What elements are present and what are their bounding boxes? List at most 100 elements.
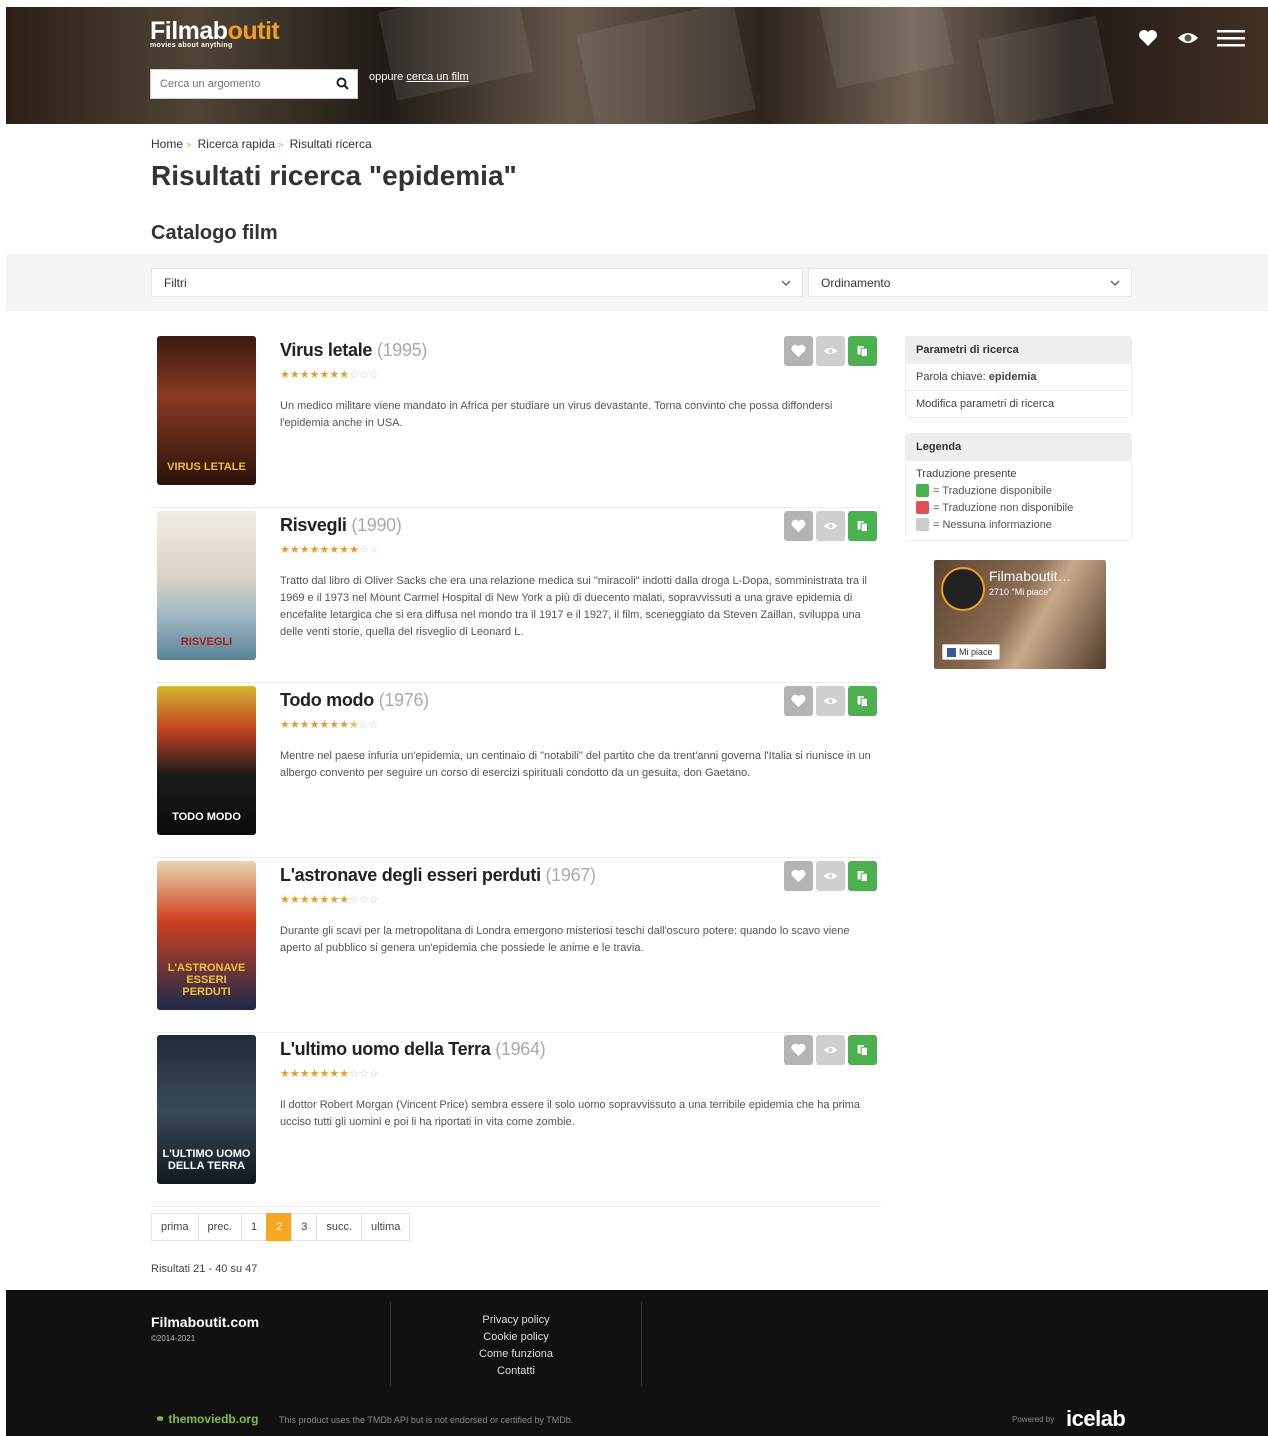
rating-star: ★ [289,544,300,556]
watched-button[interactable] [816,336,845,366]
favorite-button[interactable] [784,861,813,891]
favorite-button[interactable] [784,511,813,541]
rating-star: ☆ [368,1068,379,1080]
result-item: RISVEGLI Risvegli (1990) ★★★★★★★★☆☆ Tratto … [151,511,881,683]
page-link[interactable]: 2 [266,1213,293,1241]
movie-poster[interactable]: VIRUS LETALE [157,336,256,485]
rating-star: ☆ [368,544,379,556]
cookie-policy-link[interactable]: Cookie policy [426,1329,606,1346]
modify-search-link[interactable]: Modifica parametri di ricerca [906,390,1131,417]
heart-icon [791,1043,806,1057]
movie-description: Un medico militare viene mandato in Afri… [280,400,833,429]
translation-status-button[interactable] [848,686,877,716]
watched-button[interactable] [816,686,845,716]
rating-star: ★ [329,1068,340,1080]
eye-icon [823,872,838,880]
movie-title[interactable]: L'astronave degli esseri perduti (1967) [280,865,596,886]
privacy-policy-link[interactable]: Privacy policy [426,1312,606,1329]
rating-star: ☆ [358,719,369,731]
sort-select[interactable]: Ordinamento [808,268,1132,297]
rating-star: ★ [339,719,350,731]
page-link[interactable]: 3 [291,1213,318,1241]
icelab-logo[interactable]: icelab [1066,1406,1126,1432]
page-link[interactable]: prec. [197,1213,242,1241]
movie-year: (1995) [376,340,428,360]
favorite-button[interactable] [784,1035,813,1065]
favorite-button[interactable] [784,336,813,366]
site-header: Filmaboutit movies about anything oppure… [6,7,1268,124]
translation-status-button[interactable] [848,861,877,891]
legend-unavailable: = Traduzione non disponibile [933,501,1074,514]
result-item: TODO MODO Todo modo (1976) ★★★★★★★✭☆☆ Mentr… [151,686,881,858]
movie-poster[interactable]: RISVEGLI [157,511,256,660]
topic-search-input[interactable] [151,70,331,98]
heart-icon [791,694,806,708]
legend-title: Legenda [906,434,1131,460]
translation-status-button[interactable] [848,1035,877,1065]
movie-description: Il dottor Robert Morgan (Vincent Price) … [280,1099,861,1128]
tmdb-disclaimer: This product uses the TMDb API but is no… [279,1415,574,1425]
facebook-icon [947,648,956,658]
tmdb-logo[interactable]: ⚭ themoviedb.org [155,1412,258,1426]
facebook-page-widget[interactable]: Filmaboutit… 2710 "Mi piace" Mi piace [934,560,1106,669]
movie-title[interactable]: Virus letale (1995) [280,340,427,361]
rating-star: ★ [319,894,330,906]
filter-bar: Filtri Ordinamento [6,254,1268,311]
rating-star: ☆ [368,719,379,731]
heart-icon[interactable] [1137,27,1159,49]
movie-title[interactable]: L'ultimo uomo della Terra (1964) [280,1039,546,1060]
movie-poster[interactable]: L'ULTIMO UOMO DELLA TERRA [157,1035,256,1184]
page-link[interactable]: ultima [361,1213,411,1241]
legend-available: = Traduzione disponibile [933,484,1052,497]
contacts-link[interactable]: Contatti [426,1363,606,1380]
menu-icon[interactable] [1217,27,1245,49]
filters-select[interactable]: Filtri [151,268,803,297]
movie-poster[interactable]: L'ASTRONAVE ESSERI PERDUTI [157,861,256,1010]
chevron-down-icon [1110,280,1120,287]
favorite-button[interactable] [784,686,813,716]
rating-star: ★ [339,544,350,556]
topic-search-box [150,69,358,99]
rating-star: ★ [319,544,330,556]
rating-star: ★ [299,369,310,381]
facebook-like-button[interactable]: Mi piace [942,644,1000,661]
watched-button[interactable] [816,511,845,541]
legend-subtitle: Traduzione presente [916,468,1017,480]
eye-icon [823,1046,838,1054]
rating-star: ★ [309,894,320,906]
search-film-link[interactable]: cerca un film [406,71,468,83]
footer-brand[interactable]: Filmaboutit.com [151,1314,259,1330]
translation-icon [857,521,868,533]
poster-title: L'ASTRONAVE ESSERI PERDUTI [167,962,246,998]
rating-star: ★ [289,894,300,906]
breadcrumb-home[interactable]: Home [151,137,183,151]
rating-star: ★ [339,894,350,906]
watched-button[interactable] [816,1035,845,1065]
movie-year: (1964) [495,1039,546,1059]
search-icon[interactable] [335,76,351,92]
facebook-page-name[interactable]: Filmaboutit… [989,568,1071,584]
movie-title[interactable]: Risvegli (1990) [280,515,402,536]
rating-star: ★ [319,719,330,731]
rating-star: ☆ [359,369,369,381]
how-it-works-link[interactable]: Come funziona [426,1346,606,1363]
movie-title[interactable]: Todo modo (1976) [280,690,429,711]
movie-poster[interactable]: TODO MODO [157,686,256,835]
site-footer: Filmaboutit.com ©2014-2021 Privacy polic… [6,1290,1268,1436]
rating-star: ★ [280,369,290,381]
rating-star: ★ [339,1068,350,1080]
translation-status-button[interactable] [848,511,877,541]
rating-star: ★ [309,719,320,731]
breadcrumb-quick-search[interactable]: Ricerca rapida [198,137,275,151]
rating-star: ★ [349,544,359,556]
translation-status-button[interactable] [848,336,877,366]
watched-button[interactable] [816,861,845,891]
rating-star: ★ [289,719,300,731]
eye-icon[interactable] [1177,27,1199,49]
page-link[interactable]: succ. [316,1213,363,1241]
movie-year: (1990) [351,515,402,535]
page-link[interactable]: prima [151,1213,199,1241]
page-link[interactable]: 1 [240,1213,268,1241]
movie-rating: ★★★★★★★☆☆☆ [280,1067,379,1080]
movie-rating: ★★★★★★★☆☆☆ [280,368,379,381]
